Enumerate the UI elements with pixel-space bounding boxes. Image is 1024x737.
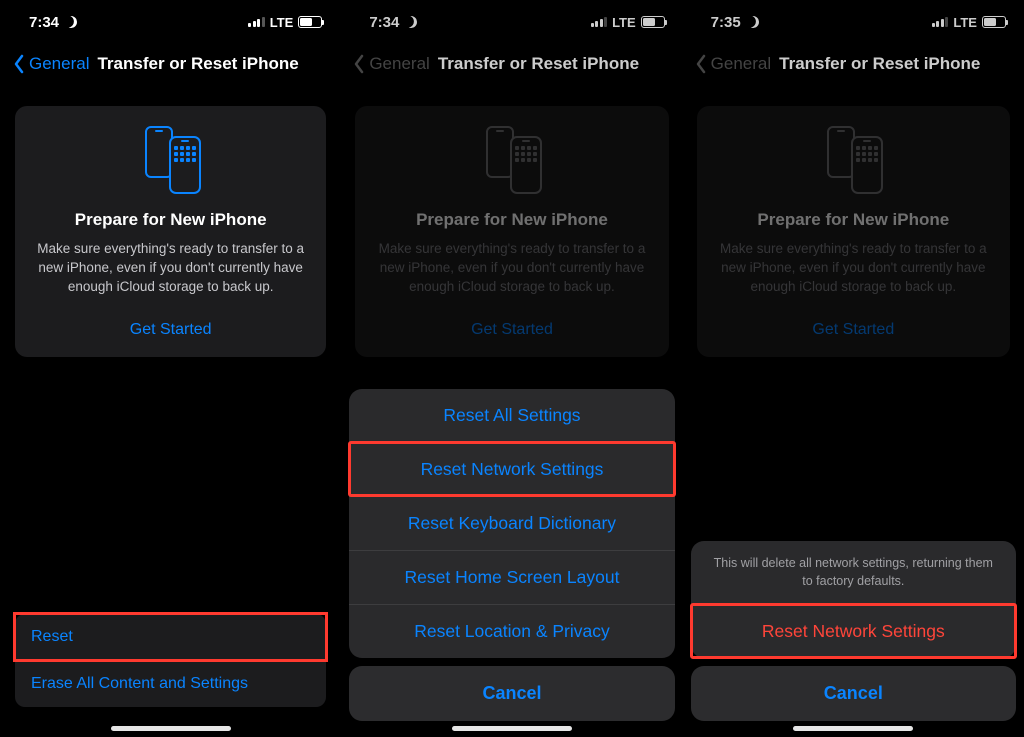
chevron-left-icon [13,54,25,74]
card-heading: Prepare for New iPhone [29,210,312,230]
transfer-iphone-icon [29,126,312,196]
reset-home-screen-layout-button[interactable]: Reset Home Screen Layout [349,550,674,604]
battery-icon [298,16,322,28]
screen-1: 7:34 LTE General Transfer or Reset iPhon… [0,0,341,737]
confirm-action-sheet: This will delete all network settings, r… [691,541,1016,721]
prepare-card: Prepare for New iPhone Make sure everyth… [15,106,326,357]
do-not-disturb-icon [64,15,78,29]
home-indicator[interactable] [452,726,572,731]
erase-all-row[interactable]: Erase All Content and Settings [15,660,326,707]
reset-row[interactable]: Reset [15,614,326,660]
card-body: Make sure everything's ready to transfer… [29,240,312,297]
cancel-group: Cancel [349,666,674,721]
screen-2: 7:34 LTE General Transfer or Reset iPhon… [341,0,682,737]
reset-keyboard-dictionary-button[interactable]: Reset Keyboard Dictionary [349,496,674,550]
home-indicator[interactable] [793,726,913,731]
reset-options-list: Reset Erase All Content and Settings [15,614,326,707]
back-label: General [29,54,89,74]
cellular-signal-icon [248,17,265,27]
page-title: Transfer or Reset iPhone [97,54,298,74]
reset-all-settings-button[interactable]: Reset All Settings [349,389,674,442]
nav-bar: General Transfer or Reset iPhone [1,44,340,84]
network-type: LTE [270,15,294,30]
cancel-button[interactable]: Cancel [349,666,674,721]
reset-options-group: Reset All Settings Reset Network Setting… [349,389,674,658]
confirm-reset-network-button[interactable]: Reset Network Settings [691,604,1016,658]
confirm-group: This will delete all network settings, r… [691,541,1016,658]
reset-action-sheet: Reset All Settings Reset Network Setting… [349,389,674,721]
get-started-button[interactable]: Get Started [130,321,212,339]
reset-location-privacy-button[interactable]: Reset Location & Privacy [349,604,674,658]
status-time: 7:34 [29,14,59,31]
reset-network-settings-button[interactable]: Reset Network Settings [349,442,674,496]
screen-3: 7:35 LTE General Transfer or Reset iPhon… [683,0,1024,737]
cancel-group: Cancel [691,666,1016,721]
cancel-button[interactable]: Cancel [691,666,1016,721]
confirm-message: This will delete all network settings, r… [691,541,1016,604]
home-indicator[interactable] [111,726,231,731]
status-bar: 7:34 LTE [1,0,340,44]
back-button[interactable]: General [9,54,93,74]
